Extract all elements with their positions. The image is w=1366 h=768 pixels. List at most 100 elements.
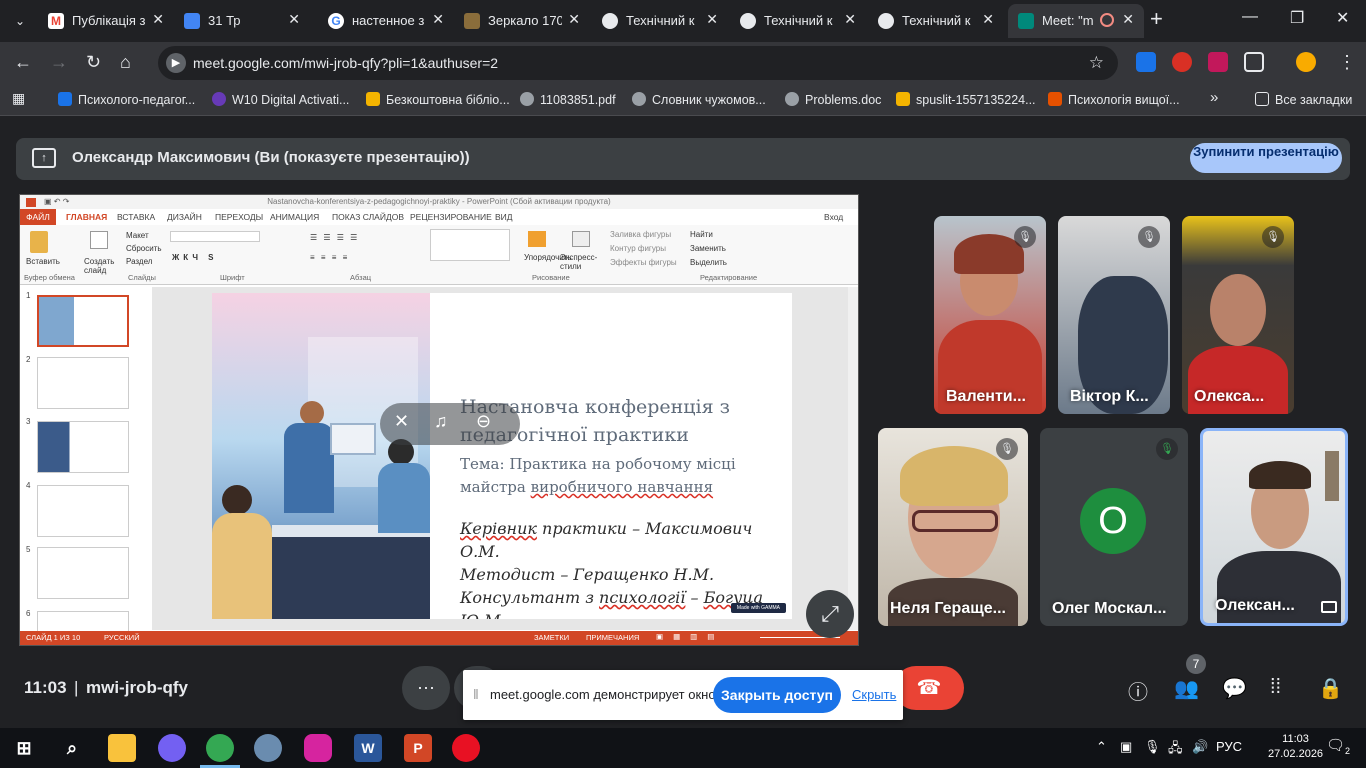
slide-thumbnail[interactable] [37, 547, 129, 599]
input-language[interactable]: РУС [1216, 739, 1242, 754]
participant-tile[interactable]: 🎙 Олекса... [1182, 216, 1294, 414]
file-explorer-icon[interactable] [108, 734, 136, 762]
meet-tray-icon[interactable]: ▣ [1120, 739, 1132, 755]
replace-button[interactable]: Заменить [690, 244, 726, 253]
site-info-icon[interactable]: ▶ [166, 53, 186, 73]
home-button[interactable]: ⌂ [120, 52, 131, 73]
shape-fill-button[interactable]: Заливка фигуры [610, 230, 671, 239]
unpin-icon[interactable]: ✕ [394, 411, 409, 432]
chat-icon[interactable]: 💬 [1222, 676, 1247, 701]
new-slide-button[interactable]: Создать слайд [84, 257, 124, 275]
all-bookmarks-item[interactable]: Все закладки [1255, 92, 1352, 107]
close-tab-icon[interactable]: ✕ [568, 11, 580, 28]
shape-outline-button[interactable]: Контур фигуры [610, 244, 666, 253]
view-buttons[interactable]: ▣▦▥▤ [656, 632, 724, 641]
fullscreen-icon[interactable]: ⤢ [806, 590, 854, 638]
slide-thumbnail[interactable] [37, 295, 129, 347]
slide-thumbnail[interactable] [37, 421, 129, 473]
bookmark-item[interactable]: Problems.doc [785, 92, 881, 107]
bookmark-item[interactable]: W10 Digital Activati... [212, 92, 349, 107]
notifications-icon[interactable]: 🗨2 [1326, 736, 1350, 756]
host-controls-icon[interactable]: 🔒 [1318, 676, 1343, 701]
remove-icon[interactable]: ⊖ [476, 411, 491, 432]
people-icon[interactable]: 👥 [1174, 676, 1199, 701]
participant-tile[interactable]: О 🎙 Олег Москал... [1040, 428, 1188, 626]
instagram-icon[interactable] [304, 734, 332, 762]
extensions-puzzle-icon[interactable] [1244, 52, 1264, 72]
tab-insert[interactable]: ВСТАВКА [117, 212, 155, 222]
slide-subtitle[interactable]: Тема: Практика на робочому місці майстра… [460, 453, 760, 499]
mute-presentation-icon[interactable]: ♫ [434, 411, 448, 432]
system-clock[interactable]: 11:03 27.02.2026 [1268, 732, 1323, 762]
word-icon[interactable]: W [354, 734, 382, 762]
app-icon[interactable] [254, 734, 282, 762]
tab-slideshow[interactable]: ПОКАЗ СЛАЙДОВ [332, 212, 404, 222]
quick-styles-button[interactable]: Экспресс-стили [560, 253, 598, 271]
paste-button[interactable]: Вставить [26, 257, 60, 266]
back-button[interactable]: ← [14, 52, 32, 73]
tab-transitions[interactable]: ПЕРЕХОДЫ [215, 212, 263, 222]
viber-icon[interactable] [158, 734, 186, 762]
participant-tile[interactable]: 🎙 Віктор К... [1058, 216, 1170, 414]
close-tab-icon[interactable]: ✕ [432, 11, 444, 28]
paste-icon[interactable] [30, 231, 48, 253]
bookmark-item[interactable]: spuslit-1557135224... [896, 92, 1036, 107]
activities-icon[interactable]: ⁞⁞ [1270, 676, 1281, 699]
bookmark-item[interactable]: Словник чужомов... [632, 92, 766, 107]
bookmark-item[interactable]: Безкоштовна бібліо... [366, 92, 510, 107]
translate-extension-icon[interactable] [1136, 52, 1156, 72]
select-button[interactable]: Выделить [690, 258, 727, 267]
participant-tile-self[interactable]: Олексан... [1200, 428, 1348, 626]
browser-tab[interactable]: Зеркало 170 ✕ [454, 4, 590, 38]
tab-review[interactable]: РЕЦЕНЗИРОВАНИЕ [410, 212, 492, 222]
more-bookmarks-button[interactable]: » [1210, 89, 1218, 106]
language-status[interactable]: РУССКИЙ [104, 633, 140, 642]
quick-styles-icon[interactable] [572, 231, 590, 247]
slide-thumbnail[interactable] [37, 357, 129, 409]
slide-thumbnail[interactable] [37, 485, 129, 537]
find-button[interactable]: Найти [690, 230, 713, 239]
browser-tab[interactable]: Технічний к ✕ [730, 4, 866, 38]
shapes-gallery[interactable] [430, 229, 510, 261]
close-tab-icon[interactable]: ✕ [1122, 11, 1134, 28]
powerpoint-icon[interactable]: P [404, 734, 432, 762]
browser-tab[interactable]: G настенное з ✕ [318, 4, 454, 38]
new-tab-button[interactable]: + [1150, 6, 1163, 32]
extension-icon[interactable] [1172, 52, 1192, 72]
drag-handle-icon[interactable]: ‖ [473, 686, 479, 702]
apps-grid-icon[interactable]: ▦ [12, 90, 25, 107]
current-slide[interactable]: Настановча конференція з педагогічної пр… [212, 293, 792, 619]
profile-avatar[interactable] [1296, 52, 1316, 72]
maximize-button[interactable]: ❐ [1290, 8, 1304, 28]
forward-button[interactable]: → [50, 52, 68, 73]
close-tab-icon[interactable]: ✕ [982, 11, 994, 28]
close-window-button[interactable]: ✕ [1336, 8, 1349, 28]
search-icon[interactable]: ⌕ [58, 734, 86, 762]
layout-button[interactable]: Макет [126, 231, 149, 240]
chrome-menu-icon[interactable]: ⋮ [1338, 52, 1356, 73]
windows-start-icon[interactable]: ⊞ [10, 734, 38, 762]
more-options-icon[interactable]: ⋯ [402, 666, 450, 710]
chrome-icon[interactable] [206, 734, 234, 762]
section-button[interactable]: Раздел [126, 257, 152, 266]
font-format-buttons[interactable]: ЖКЧ S [172, 253, 218, 262]
picture-in-picture-icon[interactable] [1321, 601, 1337, 613]
stop-sharing-button[interactable]: Закрыть доступ [713, 677, 841, 713]
browser-tab[interactable]: M Публікація з ✕ [38, 4, 174, 38]
address-bar[interactable]: ▶ meet.google.com/mwi-jrob-qfy?pli=1&aut… [158, 46, 1118, 80]
stop-presenting-button[interactable]: Зупинити презентацію [1190, 143, 1342, 173]
tab-design[interactable]: ДИЗАЙН [167, 212, 202, 222]
participant-tile[interactable]: 🎙 Валенти... [934, 216, 1046, 414]
reload-button[interactable]: ↻ [86, 52, 101, 73]
show-hidden-icons[interactable]: ⌃ [1096, 739, 1107, 755]
shape-effects-button[interactable]: Эффекты фигуры [610, 258, 677, 267]
close-tab-icon[interactable]: ✕ [152, 11, 164, 28]
close-tab-icon[interactable]: ✕ [288, 11, 300, 28]
new-slide-icon[interactable] [90, 231, 108, 249]
microphone-tray-icon[interactable]: 🎙 [1144, 739, 1161, 755]
tab-animation[interactable]: АНИМАЦИЯ [270, 212, 319, 222]
align-buttons[interactable]: ≡ ≡ ≡ ≡ [310, 253, 349, 262]
close-tab-icon[interactable]: ✕ [706, 11, 718, 28]
tab-search-button[interactable]: ⌄ [6, 8, 34, 34]
hide-notice-link[interactable]: Скрыть [852, 687, 896, 702]
